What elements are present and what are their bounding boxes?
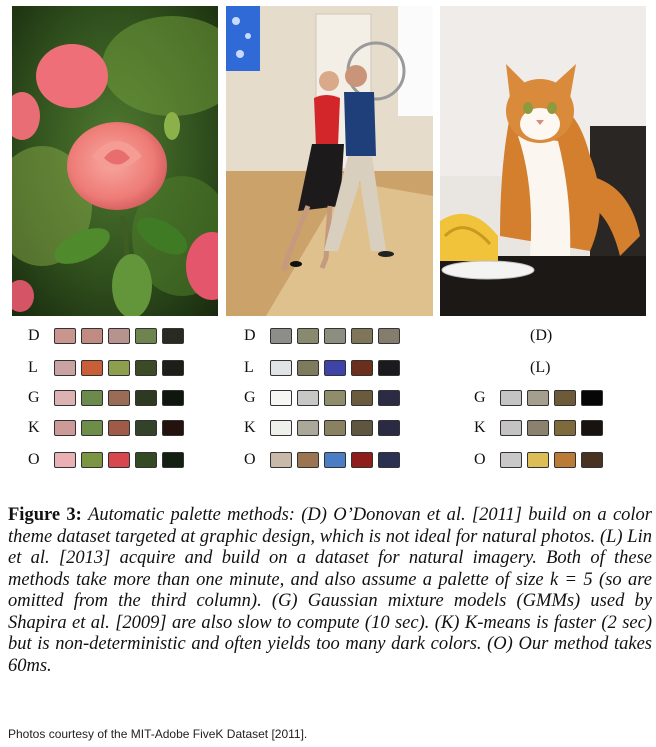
- color-swatch: [500, 390, 522, 406]
- color-swatch: [324, 420, 346, 436]
- color-swatch: [81, 390, 103, 406]
- color-swatch: [527, 420, 549, 436]
- color-swatch: [135, 420, 157, 436]
- color-swatch: [297, 360, 319, 376]
- color-swatch: [351, 328, 373, 344]
- method-label: L: [28, 359, 38, 376]
- color-swatch: [54, 360, 76, 376]
- color-swatch: [81, 360, 103, 376]
- color-swatch: [297, 420, 319, 436]
- color-swatch: [297, 328, 319, 344]
- color-swatch: [108, 452, 130, 468]
- method-label: G: [244, 389, 256, 406]
- color-swatch: [54, 328, 76, 344]
- method-label: K: [244, 419, 256, 436]
- figure-caption: Figure 3: Automatic palette methods: (D)…: [8, 505, 652, 677]
- color-swatch: [162, 360, 184, 376]
- color-swatch: [297, 390, 319, 406]
- dancers-photo: [226, 6, 433, 316]
- palette-row: D: [28, 326, 189, 346]
- color-swatch: [581, 452, 603, 468]
- color-swatch: [351, 360, 373, 376]
- color-swatch: [554, 390, 576, 406]
- color-swatch: [108, 360, 130, 376]
- color-swatch: [81, 328, 103, 344]
- method-label: O: [28, 451, 40, 468]
- color-swatch: [324, 328, 346, 344]
- color-swatch: [378, 390, 400, 406]
- color-swatch: [270, 328, 292, 344]
- color-swatch: [324, 360, 346, 376]
- method-label: O: [244, 451, 256, 468]
- palette-row: O: [244, 450, 405, 470]
- color-swatch: [378, 328, 400, 344]
- omitted-method-label: (L): [530, 359, 551, 376]
- color-swatch: [162, 420, 184, 436]
- method-label: K: [474, 419, 486, 436]
- method-label: D: [28, 327, 40, 344]
- color-swatch: [54, 390, 76, 406]
- rose-photo: [12, 6, 218, 316]
- color-swatch: [54, 420, 76, 436]
- palette-row: G: [474, 388, 608, 408]
- color-swatch: [81, 452, 103, 468]
- palette-row: K: [244, 418, 405, 438]
- cat-photo: [440, 6, 646, 316]
- color-swatch: [54, 452, 76, 468]
- color-swatch: [527, 452, 549, 468]
- color-swatch: [500, 420, 522, 436]
- color-swatch: [81, 420, 103, 436]
- color-swatch: [351, 420, 373, 436]
- caption-text: Automatic palette methods: (D) O’Donovan…: [8, 505, 652, 676]
- color-swatch: [500, 452, 522, 468]
- color-swatch: [554, 420, 576, 436]
- color-swatch: [162, 452, 184, 468]
- method-label: D: [244, 327, 256, 344]
- color-swatch: [378, 420, 400, 436]
- color-swatch: [108, 420, 130, 436]
- palette-row: O: [474, 450, 608, 470]
- method-label: G: [474, 389, 486, 406]
- photo-strip: [0, 0, 656, 320]
- figure-label: Figure 3:: [8, 505, 82, 525]
- color-swatch: [135, 360, 157, 376]
- omitted-method-label: (D): [530, 327, 553, 344]
- color-swatch: [378, 452, 400, 468]
- color-swatch: [135, 328, 157, 344]
- method-label: K: [28, 419, 40, 436]
- color-swatch: [527, 390, 549, 406]
- color-swatch: [162, 328, 184, 344]
- palette-row: G: [28, 388, 189, 408]
- color-swatch: [378, 360, 400, 376]
- color-swatch: [324, 390, 346, 406]
- color-swatch: [351, 390, 373, 406]
- color-swatch: [270, 360, 292, 376]
- color-swatch: [581, 420, 603, 436]
- color-swatch: [270, 452, 292, 468]
- method-label: L: [244, 359, 254, 376]
- method-label: O: [474, 451, 486, 468]
- color-swatch: [270, 390, 292, 406]
- photo-credit: Photos courtesy of the MIT-Adobe FiveK D…: [8, 727, 308, 741]
- palette-row: D: [244, 326, 405, 346]
- color-swatch: [108, 328, 130, 344]
- color-swatch: [554, 452, 576, 468]
- palette-row: K: [474, 418, 608, 438]
- color-swatch: [351, 452, 373, 468]
- color-swatch: [297, 452, 319, 468]
- palette-row: G: [244, 388, 405, 408]
- palette-row: O: [28, 450, 189, 470]
- palette-row: K: [28, 418, 189, 438]
- method-label: G: [28, 389, 40, 406]
- color-swatch: [270, 420, 292, 436]
- color-swatch: [135, 390, 157, 406]
- palette-row: L: [244, 358, 405, 378]
- color-swatch: [162, 390, 184, 406]
- color-swatch: [324, 452, 346, 468]
- color-swatch: [108, 390, 130, 406]
- color-swatch: [581, 390, 603, 406]
- palette-row: L: [28, 358, 189, 378]
- palette-grid: DLGKO DLGKO (D) (L) G K O: [0, 322, 656, 474]
- color-swatch: [135, 452, 157, 468]
